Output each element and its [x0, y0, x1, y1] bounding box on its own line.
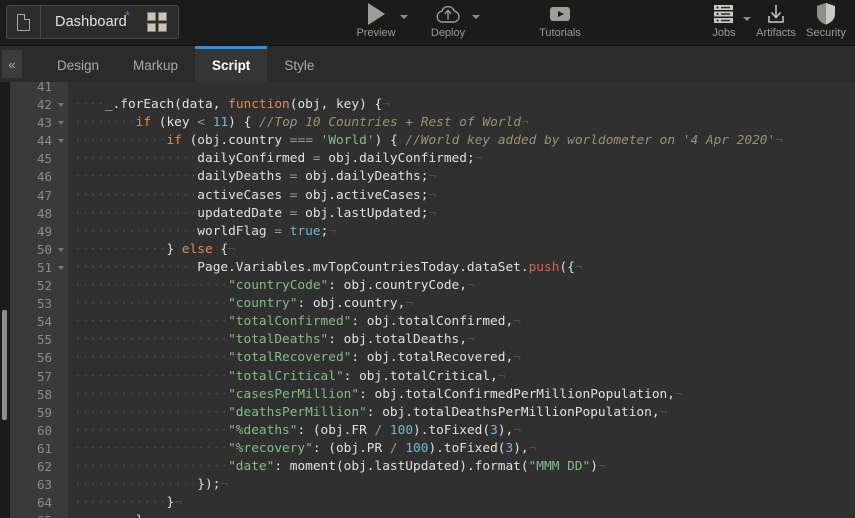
top-toolbar: Dashboard* Preview Deploy: [0, 0, 855, 46]
document-title-text: Dashboard: [55, 14, 127, 30]
code-line[interactable]: ················});¬: [68, 476, 855, 494]
tab-style[interactable]: Style: [267, 46, 331, 82]
code-content[interactable]: ····_.forEach(data, function(obj, key) {…: [68, 82, 855, 518]
line-number[interactable]: 51: [10, 259, 68, 277]
tutorials-label: Tutorials: [539, 27, 581, 39]
tab-design[interactable]: Design: [40, 46, 116, 82]
code-line[interactable]: ····················"%deaths": (obj.FR /…: [68, 422, 855, 440]
file-icon[interactable]: [7, 6, 41, 38]
artifacts-label: Artifacts: [756, 27, 796, 39]
line-number[interactable]: 46: [10, 168, 68, 186]
grid-layout-icon[interactable]: [136, 6, 178, 38]
collapse-panel-button[interactable]: «: [2, 50, 22, 78]
line-number[interactable]: 43: [10, 114, 68, 132]
tab-markup[interactable]: Markup: [116, 46, 195, 82]
line-number[interactable]: 49: [10, 223, 68, 241]
line-number[interactable]: 44: [10, 132, 68, 150]
code-line[interactable]: ················activeCases = obj.active…: [68, 187, 855, 205]
line-number[interactable]: 57: [10, 368, 68, 386]
line-number[interactable]: 48: [10, 205, 68, 223]
cloud-upload-icon: [435, 3, 461, 25]
tutorials-button[interactable]: Tutorials: [524, 0, 596, 46]
editor-tabbar: « Design Markup Script Style: [0, 46, 855, 82]
code-line[interactable]: ················dailyConfirmed = obj.dai…: [68, 150, 855, 168]
line-number[interactable]: 50: [10, 241, 68, 259]
code-line[interactable]: ····················"%recovery": (obj.PR…: [68, 440, 855, 458]
code-line[interactable]: ····················"totalRecovered": ob…: [68, 349, 855, 367]
right-tool-group: Jobs Artifacts Security: [697, 0, 851, 46]
code-line[interactable]: ····················"country": obj.count…: [68, 295, 855, 313]
line-number[interactable]: 54: [10, 313, 68, 331]
code-line[interactable]: ····················"totalDeaths": obj.t…: [68, 331, 855, 349]
artifacts-button[interactable]: Artifacts: [751, 0, 801, 46]
line-number-gutter: 4142434445464748495051525354555657585960…: [10, 82, 68, 518]
line-number[interactable]: 65: [10, 512, 68, 518]
deploy-button[interactable]: Deploy: [412, 0, 484, 46]
deploy-label: Deploy: [431, 27, 465, 39]
center-tool-group: Preview Deploy Tutorials: [340, 0, 596, 46]
code-line[interactable]: ····················"totalCritical": obj…: [68, 368, 855, 386]
code-line[interactable]: ····················"casesPerMillion": o…: [68, 386, 855, 404]
jobs-button[interactable]: Jobs: [697, 0, 751, 46]
code-line[interactable]: ············} else {¬: [68, 241, 855, 259]
server-stack-icon: [712, 3, 736, 25]
code-line[interactable]: ············}¬: [68, 494, 855, 512]
play-icon: [368, 3, 385, 25]
line-number[interactable]: 60: [10, 422, 68, 440]
line-number[interactable]: 53: [10, 295, 68, 313]
line-number[interactable]: 63: [10, 476, 68, 494]
line-number[interactable]: 45: [10, 150, 68, 168]
code-line[interactable]: ········}¬: [68, 512, 855, 518]
line-number[interactable]: 42: [10, 96, 68, 114]
line-number[interactable]: 59: [10, 404, 68, 422]
code-line[interactable]: ····················"countryCode": obj.c…: [68, 277, 855, 295]
document-chip[interactable]: Dashboard*: [6, 5, 179, 39]
code-line[interactable]: ····················"date": moment(obj.l…: [68, 458, 855, 476]
line-number[interactable]: 41: [10, 82, 68, 96]
deploy-chevron-down-icon[interactable]: [472, 15, 480, 19]
security-label: Security: [806, 27, 846, 39]
security-button[interactable]: Security: [801, 0, 851, 46]
modified-marker: *: [125, 8, 130, 23]
preview-button[interactable]: Preview: [340, 0, 412, 46]
code-line[interactable]: [68, 82, 855, 96]
code-line[interactable]: ····················"deathsPerMillion": …: [68, 404, 855, 422]
preview-label: Preview: [356, 27, 395, 39]
code-line[interactable]: ················worldFlag = true;¬: [68, 223, 855, 241]
editor-scrollbar-vertical[interactable]: [0, 82, 10, 518]
code-line[interactable]: ············if (obj.country === 'World')…: [68, 132, 855, 150]
line-number[interactable]: 52: [10, 277, 68, 295]
line-number[interactable]: 58: [10, 386, 68, 404]
video-play-icon: [548, 3, 572, 25]
tab-list: Design Markup Script Style: [40, 46, 331, 82]
line-number[interactable]: 55: [10, 331, 68, 349]
code-line[interactable]: ········if (key < 11) { //Top 10 Countri…: [68, 114, 855, 132]
shield-icon: [815, 3, 837, 25]
line-number[interactable]: 62: [10, 458, 68, 476]
line-number[interactable]: 47: [10, 187, 68, 205]
scrollbar-thumb[interactable]: [2, 310, 7, 420]
tab-script[interactable]: Script: [195, 46, 267, 82]
code-line[interactable]: ················updatedDate = obj.lastUp…: [68, 205, 855, 223]
jobs-chevron-down-icon[interactable]: [743, 17, 751, 21]
line-number[interactable]: 64: [10, 494, 68, 512]
jobs-label: Jobs: [712, 27, 735, 39]
code-line[interactable]: ················dailyDeaths = obj.dailyD…: [68, 168, 855, 186]
download-icon: [764, 3, 788, 25]
preview-chevron-down-icon[interactable]: [400, 15, 408, 19]
code-line[interactable]: ····················"totalConfirmed": ob…: [68, 313, 855, 331]
code-line[interactable]: ················Page.Variables.mvTopCoun…: [68, 259, 855, 277]
line-number[interactable]: 56: [10, 349, 68, 367]
document-title: Dashboard*: [41, 14, 136, 30]
code-line[interactable]: ····_.forEach(data, function(obj, key) {…: [68, 96, 855, 114]
code-editor[interactable]: 4142434445464748495051525354555657585960…: [0, 82, 855, 518]
line-number[interactable]: 61: [10, 440, 68, 458]
